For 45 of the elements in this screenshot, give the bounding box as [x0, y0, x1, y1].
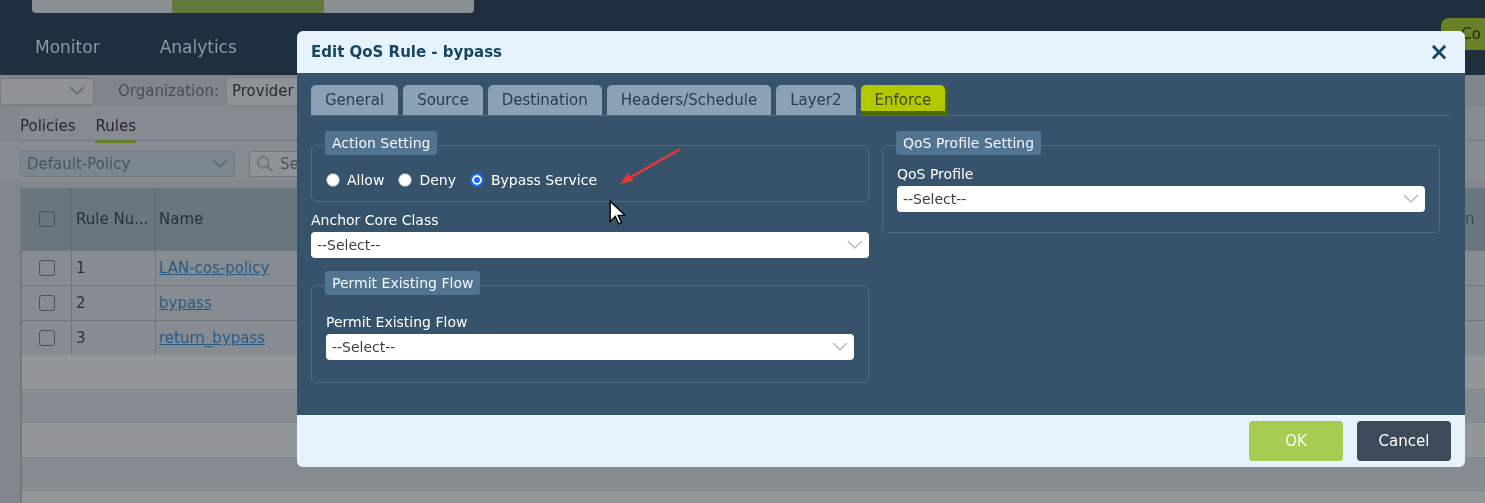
permit-existing-flow-select[interactable]: --Select-- [326, 334, 854, 360]
chevron-icon [69, 86, 85, 96]
arrow-annotation [618, 147, 682, 187]
table-cell: 1 [76, 259, 86, 277]
nav-item[interactable]: Analytics [159, 36, 237, 57]
tab[interactable]: Enforce [860, 85, 946, 115]
chevron-icon [212, 159, 228, 169]
chevron-icon [1403, 194, 1419, 204]
nav-item[interactable]: Monitor [35, 36, 100, 57]
anchor-core-class-select[interactable]: --Select-- [311, 232, 869, 258]
table-cell: 2 [76, 294, 86, 312]
search-icon [256, 155, 274, 173]
cursor-icon [609, 200, 625, 225]
checkbox[interactable] [38, 211, 55, 227]
tab[interactable]: General [311, 85, 399, 115]
dropdown[interactable] [0, 77, 94, 105]
dialog-title: Edit QoS Rule - bypass [311, 43, 503, 61]
field-label: QoS Profile [897, 166, 975, 182]
checkbox[interactable] [38, 295, 55, 311]
chevron-icon [847, 240, 863, 250]
organization-label: Organization: [118, 82, 219, 100]
field-label: Permit Existing Flow [326, 314, 469, 330]
checkbox[interactable] [38, 330, 55, 346]
tab[interactable]: Policies [20, 117, 76, 140]
chevron-icon [832, 342, 848, 352]
tab[interactable]: Layer2 [776, 85, 856, 115]
fieldset-legend: QoS Profile Setting [896, 131, 1042, 155]
radio-button[interactable] [398, 173, 413, 187]
radio-option[interactable]: Bypass Service [469, 172, 598, 188]
radio-button[interactable] [469, 173, 484, 187]
table-cell: 3 [76, 329, 86, 347]
field-label: Anchor Core Class [311, 212, 439, 228]
fieldset-legend: Permit Existing Flow [325, 271, 481, 295]
column-header[interactable]: Name [156, 188, 291, 250]
close-button[interactable]: × [1424, 40, 1453, 64]
radio-option[interactable]: Allow [326, 172, 385, 188]
tab[interactable]: Source [403, 85, 483, 115]
tab[interactable]: Headers/Schedule [606, 85, 772, 115]
qos-profile-select[interactable]: --Select-- [897, 186, 1425, 212]
radio-option[interactable]: Deny [398, 172, 456, 188]
cancel-button[interactable]: Cancel [1357, 421, 1451, 461]
radio-button[interactable] [326, 173, 340, 187]
tab[interactable]: Destination [487, 85, 602, 115]
fieldset-legend: Action Setting [325, 131, 438, 155]
checkbox[interactable] [38, 260, 55, 276]
